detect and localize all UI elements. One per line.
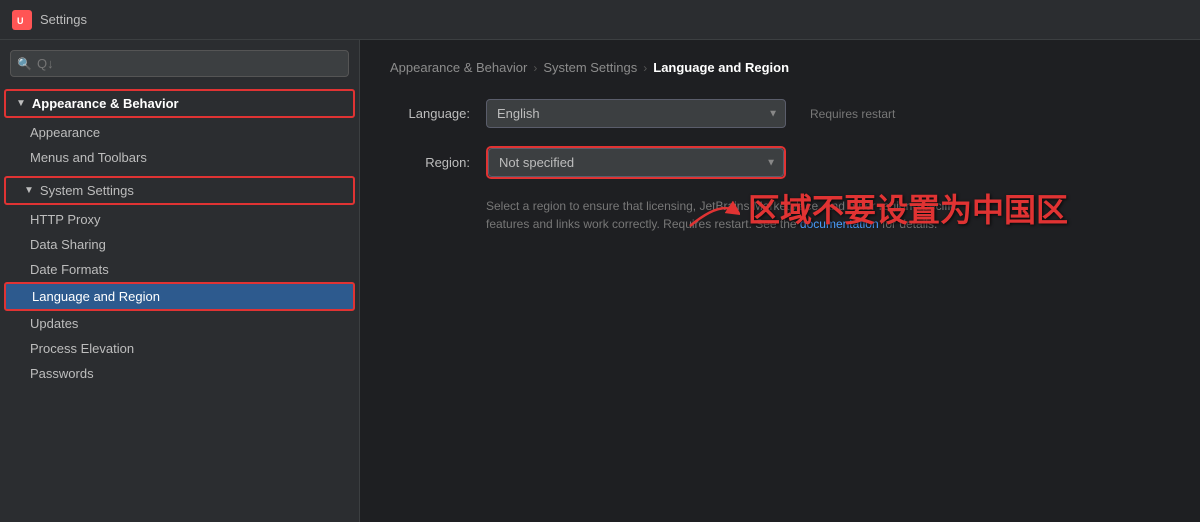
search-input[interactable] [10,50,349,77]
sidebar-item-appearance[interactable]: Appearance [0,120,359,145]
region-description: Select a region to ensure that licensing… [486,197,966,233]
content-wrapper: Appearance & Behavior › System Settings … [390,60,1170,233]
sidebar-group-appearance-behavior[interactable]: ▼ Appearance & Behavior [4,89,355,118]
language-select-wrapper: English System Default ▼ [486,99,786,128]
region-select[interactable]: Not specified China United States United… [488,148,784,177]
breadcrumb-separator-2: › [643,61,647,75]
region-select-wrapper: Not specified China United States United… [486,146,786,179]
content-area: Appearance & Behavior › System Settings … [360,40,1200,522]
region-description-end: for details. [882,217,937,231]
region-row: Region: Not specified China United State… [390,146,1170,179]
breadcrumb-item-1: Appearance & Behavior [390,60,527,75]
language-select[interactable]: English System Default [486,99,786,128]
search-box: 🔍 [10,50,349,77]
breadcrumb-item-2: System Settings [543,60,637,75]
language-label: Language: [390,106,470,121]
language-row: Language: English System Default ▼ Requi… [390,99,1170,128]
sidebar-item-language-region[interactable]: Language and Region [4,282,355,311]
svg-text:U: U [17,16,24,26]
sidebar-section-system: ▼ System Settings HTTP Proxy Data Sharin… [0,172,359,388]
sidebar-group-system-settings[interactable]: ▼ System Settings [4,176,355,205]
sidebar: 🔍 ▼ Appearance & Behavior Appearance Men… [0,40,360,522]
search-icon: 🔍 [17,57,32,71]
window-title: Settings [40,12,87,27]
title-bar: U Settings [0,0,1200,40]
sidebar-item-menus-toolbars[interactable]: Menus and Toolbars [0,145,359,170]
chevron-down-icon: ▼ [24,185,34,196]
sidebar-section-appearance: ▼ Appearance & Behavior Appearance Menus… [0,85,359,172]
requires-restart-note: Requires restart [810,107,895,121]
settings-form: Language: English System Default ▼ Requi… [390,99,1170,233]
sidebar-item-process-elevation[interactable]: Process Elevation [0,336,359,361]
breadcrumb: Appearance & Behavior › System Settings … [390,60,1170,75]
region-label: Region: [390,155,470,170]
chevron-down-icon: ▼ [16,98,26,109]
sidebar-item-date-formats[interactable]: Date Formats [0,257,359,282]
sidebar-item-http-proxy[interactable]: HTTP Proxy [0,207,359,232]
sidebar-item-data-sharing[interactable]: Data Sharing [0,232,359,257]
sidebar-group-label: Appearance & Behavior [32,96,179,111]
breadcrumb-item-3: Language and Region [653,60,789,75]
sidebar-item-updates[interactable]: Updates [0,311,359,336]
breadcrumb-separator-1: › [533,61,537,75]
sidebar-item-passwords[interactable]: Passwords [0,361,359,386]
sidebar-sub-header-label: System Settings [40,183,134,198]
main-layout: 🔍 ▼ Appearance & Behavior Appearance Men… [0,40,1200,522]
app-logo: U [12,10,32,30]
documentation-link[interactable]: documentation [800,217,879,231]
